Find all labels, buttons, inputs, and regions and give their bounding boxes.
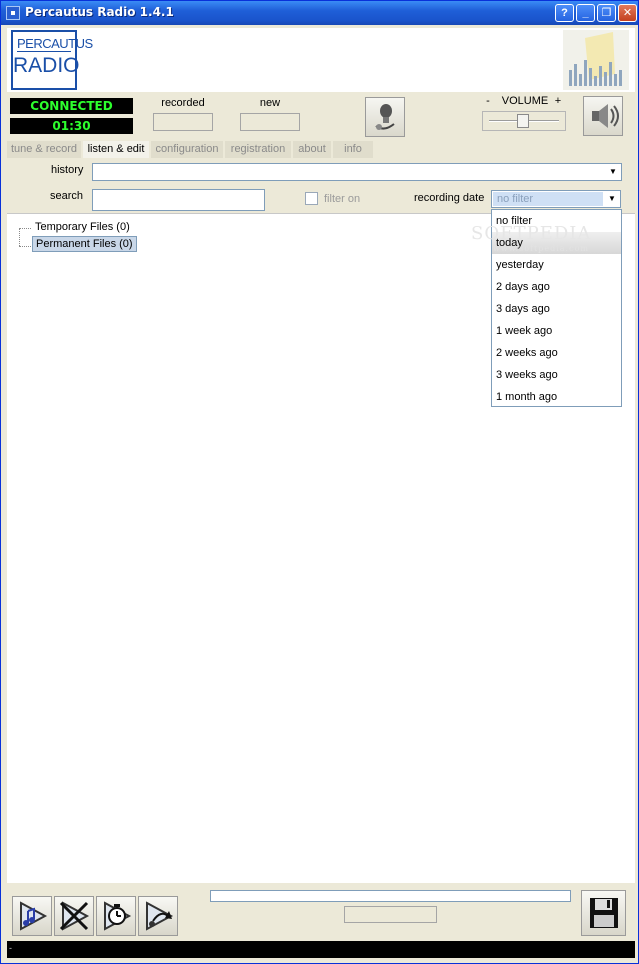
tab-configuration[interactable]: configuration [151,141,223,158]
help-button[interactable]: ? [555,4,574,22]
speaker-button[interactable] [583,96,623,136]
volume-thumb[interactable] [517,114,529,128]
volume-plus: + [554,95,562,107]
logo-line-1: PERCAUTUS [17,36,93,52]
filter-on-checkbox[interactable] [305,192,318,205]
search-label: search [50,190,84,202]
minimize-button[interactable]: _ [576,4,595,22]
dropdown-option[interactable]: 1 month ago [492,386,621,408]
dropdown-option[interactable]: 3 days ago [492,298,621,320]
status-row: CONNECTED 01:30 recorded new - VOLUME + [7,95,635,139]
tab-tune-record[interactable]: tune & record [7,141,81,158]
floppy-disk-icon [590,898,618,928]
recording-date-dropdown: no filter today yesterday 2 days ago 3 d… [491,209,622,407]
new-label: new [259,97,281,109]
progress-status-field [344,906,437,923]
speaker-icon [592,104,619,128]
tree-connector [19,228,31,229]
tab-registration[interactable]: registration [225,141,291,158]
delete-icon [59,901,90,931]
recording-date-label: recording date [414,192,485,204]
tree-item-temporary[interactable]: Temporary Files (0) [32,220,133,234]
logo-line-2: RADIO [13,54,80,77]
status-bar: - [7,941,635,958]
dropdown-option[interactable]: 2 days ago [492,276,621,298]
bottom-toolbar [7,885,635,939]
chevron-down-icon[interactable]: ▼ [605,164,621,180]
close-button[interactable]: ✕ [618,4,637,22]
forward-button[interactable] [138,896,178,936]
dropdown-option[interactable]: no filter [492,210,621,232]
tab-listen-edit[interactable]: listen & edit [83,141,149,158]
tree-item-permanent[interactable]: Permanent Files (0) [32,236,137,252]
tree-connector [19,246,31,247]
history-label: history [51,164,84,176]
tree-connector [19,228,20,246]
play-button[interactable] [12,896,52,936]
forward-note-icon [146,901,174,931]
dropdown-option[interactable]: 2 weeks ago [492,342,621,364]
save-button[interactable] [581,890,626,936]
dropdown-option[interactable]: yesterday [492,254,621,276]
timer-icon [104,901,132,931]
app-window: Percautus Radio 1.4.1 ? _ ❐ ✕ PERCAUTUS … [0,0,639,964]
search-input[interactable] [92,189,265,211]
recording-date-combo[interactable]: no filter ▼ [491,190,621,208]
record-mic-button[interactable] [365,97,405,137]
tab-info[interactable]: info [333,141,373,158]
dropdown-option[interactable]: 1 week ago [492,320,621,342]
chevron-down-icon[interactable]: ▼ [604,191,620,207]
history-combo[interactable]: ▼ [92,163,622,181]
dropdown-option[interactable]: 3 weeks ago [492,364,621,386]
header-banner: PERCAUTUS RADIO [7,28,635,92]
new-count-field [240,113,300,131]
progress-bar [210,890,571,902]
volume-minus: - [486,95,490,107]
play-note-icon [20,901,48,931]
equalizer-graphic-icon [563,30,629,90]
app-logo: PERCAUTUS RADIO [11,30,93,90]
volume-slider[interactable] [482,111,566,131]
elapsed-time: 01:30 [10,118,133,134]
connection-status: CONNECTED [10,98,133,114]
tab-about[interactable]: about [293,141,331,158]
window-title: Percautus Radio 1.4.1 [25,5,174,19]
filter-on-label: filter on [324,193,361,205]
recorded-label: recorded [161,97,205,109]
app-menu-icon[interactable] [6,6,20,20]
volume-label: VOLUME [501,95,549,107]
schedule-button[interactable] [96,896,136,936]
delete-button[interactable] [54,896,94,936]
restore-button[interactable]: ❐ [597,4,616,22]
dropdown-option-highlighted[interactable]: today [492,232,621,254]
microphone-icon [375,104,395,130]
title-bar[interactable]: Percautus Radio 1.4.1 ? _ ❐ ✕ [1,1,638,25]
recorded-count-field [153,113,213,131]
recording-date-value: no filter [493,192,603,206]
